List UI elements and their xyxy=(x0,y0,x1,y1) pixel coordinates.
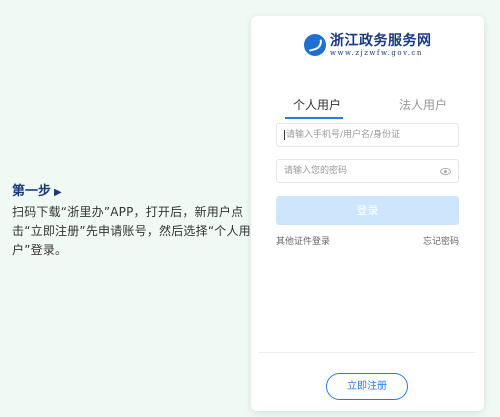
password-input[interactable]: 请输入您的密码 xyxy=(276,159,459,183)
logo-text: 浙江政务服务网 www.zjzwfw.gov.cn xyxy=(330,33,432,58)
user-type-tabs: 个人用户 法人用户 xyxy=(251,96,484,124)
account-input[interactable]: 请输入手机号/用户名/身份证 xyxy=(276,123,459,147)
tab-legal-user[interactable]: 法人用户 xyxy=(399,96,447,113)
other-cert-login-link[interactable]: 其他证件登录 xyxy=(276,234,330,247)
text-cursor xyxy=(284,129,285,140)
site-logo: 浙江政务服务网 www.zjzwfw.gov.cn xyxy=(304,26,432,64)
logo-title: 浙江政务服务网 xyxy=(330,32,432,49)
login-button[interactable]: 登录 xyxy=(276,196,459,225)
register-button[interactable]: 立即注册 xyxy=(326,373,408,400)
zhejiang-gov-logo-icon xyxy=(304,34,326,56)
step-body-text: 扫码下载“浙里办”APP，打开后，新用户点击“立即注册”先申请账号，然后选择“个… xyxy=(12,205,251,257)
password-input-placeholder: 请输入您的密码 xyxy=(284,166,348,176)
play-arrow-icon: ▶ xyxy=(54,187,62,198)
step-title-text: 第一步 xyxy=(12,184,52,199)
logo-url: www.zjzwfw.gov.cn xyxy=(330,48,423,57)
eye-icon[interactable] xyxy=(440,168,451,175)
step-title: 第一步 ▶ xyxy=(12,182,252,202)
instruction-panel: 第一步 ▶ 扫码下载“浙里办”APP，打开后，新用户点击“立即注册”先申请账号，然… xyxy=(12,182,252,260)
account-input-placeholder: 请输入手机号/用户名/身份证 xyxy=(286,130,401,140)
divider xyxy=(259,352,476,353)
forgot-password-link[interactable]: 忘记密码 xyxy=(423,234,459,247)
page: 第一步 ▶ 扫码下载“浙里办”APP，打开后，新用户点击“立即注册”先申请账号，然… xyxy=(0,0,500,417)
active-tab-indicator xyxy=(285,117,343,119)
tab-personal-user[interactable]: 个人用户 xyxy=(293,96,341,113)
login-card: 浙江政务服务网 www.zjzwfw.gov.cn 个人用户 法人用户 请输入手… xyxy=(251,16,484,411)
